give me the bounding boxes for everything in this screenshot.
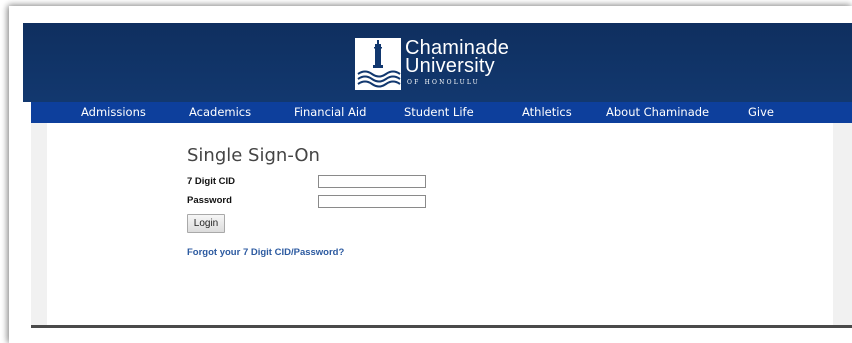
nav-item-student-life[interactable]: Student Life xyxy=(404,105,474,119)
cid-label: 7 Digit CID xyxy=(187,176,236,187)
nav-item-financial-aid[interactable]: Financial Aid xyxy=(294,105,366,119)
login-button[interactable]: Login xyxy=(187,214,225,233)
password-input[interactable] xyxy=(318,195,426,208)
nav-item-athletics[interactable]: Athletics xyxy=(522,105,572,119)
brand-name-line2: University xyxy=(405,55,495,77)
university-logo[interactable]: Chaminade University OF HONOLULU xyxy=(355,38,555,92)
content-panel xyxy=(47,123,833,326)
nav-item-academics[interactable]: Academics xyxy=(189,105,251,119)
forgot-credentials-link[interactable]: Forgot your 7 Digit CID/Password? xyxy=(187,247,344,258)
tower-waves-icon xyxy=(355,38,401,90)
cid-input[interactable] xyxy=(318,175,426,188)
footer-bar xyxy=(31,325,852,328)
nav-item-about-chaminade[interactable]: About Chaminade xyxy=(606,105,709,119)
page-title: Single Sign-On xyxy=(187,145,320,166)
brand-subtitle: OF HONOLULU xyxy=(407,79,480,86)
nav-item-admissions[interactable]: Admissions xyxy=(81,105,146,119)
password-label: Password xyxy=(187,195,232,206)
nav-item-give[interactable]: Give xyxy=(748,105,774,119)
